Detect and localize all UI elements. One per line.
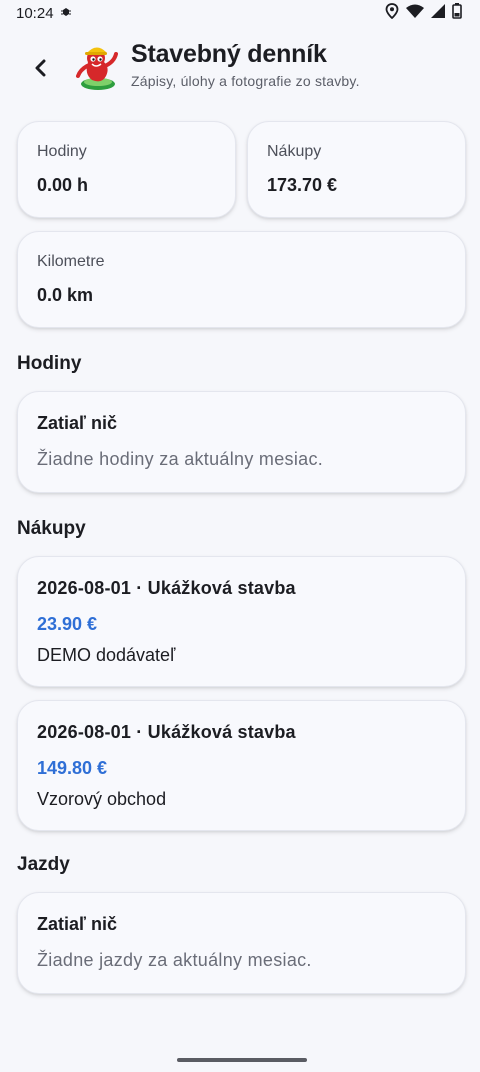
stat-value: 173.70 € (267, 175, 338, 195)
empty-text: Žiadne jazdy za aktuálny mesiac. (37, 950, 312, 970)
rides-empty-card: Zatiaľ nič Žiadne jazdy za aktuálny mesi… (17, 892, 466, 994)
page-title: Stavebný denník (131, 40, 327, 68)
wifi-icon (406, 4, 424, 22)
stat-card-hours: Hodiny 0.00 h (17, 121, 236, 218)
bug-icon (60, 5, 72, 22)
stat-value: 0.0 km (37, 285, 94, 305)
empty-title: Zatiaľ nič (37, 914, 117, 934)
battery-icon (452, 3, 462, 23)
back-arrow-icon (34, 53, 46, 84)
signal-icon (431, 4, 445, 22)
empty-title: Zatiaľ nič (37, 413, 117, 433)
section-title-rides: Jazdy (17, 854, 70, 875)
purchase-header: 2026-08-01 · Ukážková stavba (37, 722, 296, 742)
empty-text: Žiadne hodiny za aktuálny mesiac. (37, 449, 324, 469)
purchase-vendor: Vzorový obchod (37, 789, 167, 809)
stat-label: Kilometre (37, 253, 105, 270)
section-title-purchases: Nákupy (17, 518, 86, 539)
app-logo-icon (72, 40, 120, 92)
purchase-amount: 149.80 € (37, 758, 108, 778)
section-title-hours: Hodiny (17, 353, 82, 374)
purchase-vendor: DEMO dodávateľ (37, 645, 176, 665)
home-indicator[interactable] (177, 1058, 307, 1062)
page-subtitle: Zápisy, úlohy a fotografie zo stavby. (131, 73, 360, 89)
stat-card-kilometers: Kilometre 0.0 km (17, 231, 466, 328)
hours-empty-card: Zatiaľ nič Žiadne hodiny za aktuálny mes… (17, 391, 466, 493)
location-icon (385, 3, 399, 23)
stat-value: 0.00 h (37, 175, 89, 195)
stat-card-purchases: Nákupy 173.70 € (247, 121, 466, 218)
stat-label: Hodiny (37, 143, 87, 160)
status-bar: 10:24 (0, 0, 480, 26)
purchase-header: 2026-08-01 · Ukážková stavba (37, 578, 296, 598)
stat-label: Nákupy (267, 143, 322, 160)
app-header: Stavebný denník Zápisy, úlohy a fotograf… (0, 36, 480, 100)
status-time: 10:24 (16, 4, 54, 22)
purchase-card[interactable]: 2026-08-01 · Ukážková stavba 149.80 € Vz… (17, 700, 466, 831)
back-button[interactable] (26, 52, 54, 84)
purchase-amount: 23.90 € (37, 614, 98, 634)
purchase-card[interactable]: 2026-08-01 · Ukážková stavba 23.90 € DEM… (17, 556, 466, 687)
